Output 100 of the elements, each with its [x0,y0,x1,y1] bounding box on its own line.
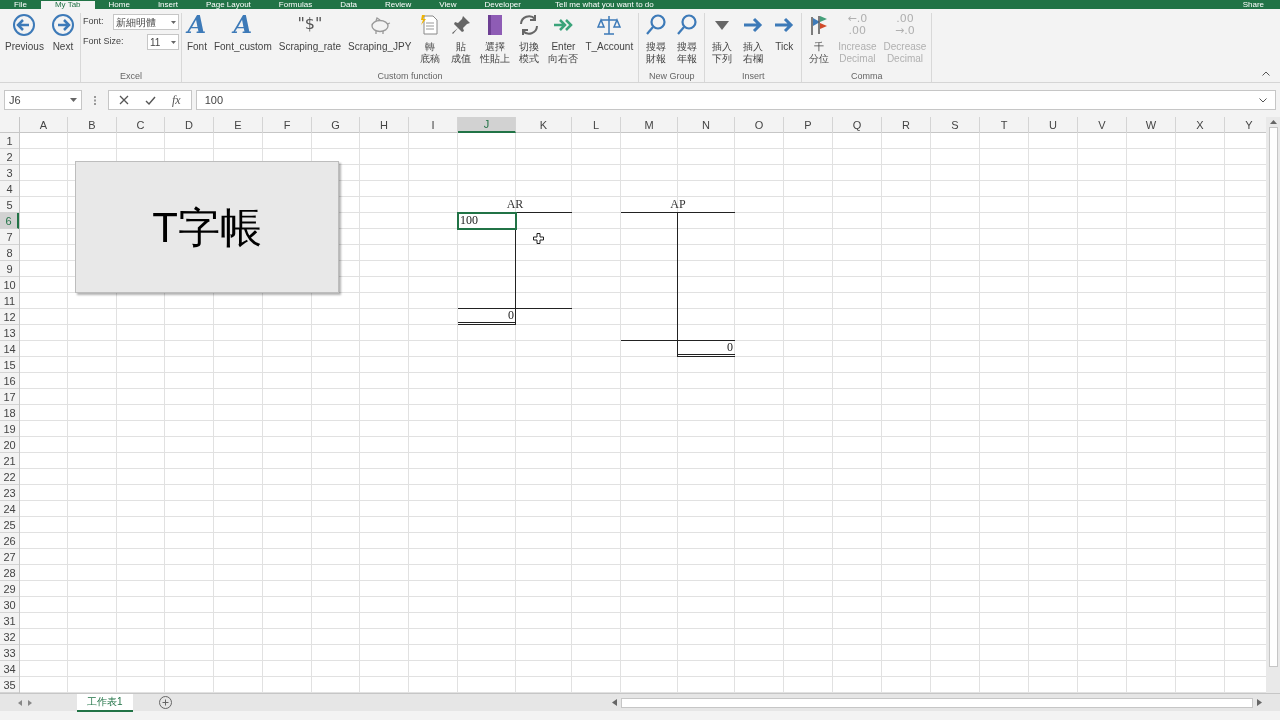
formula-field[interactable]: 100 [195,90,1276,110]
row-header[interactable]: 29 [0,581,19,597]
collapse-icon[interactable] [1262,71,1270,76]
row-header[interactable]: 27 [0,549,19,565]
dropdown[interactable]: 11 [146,34,179,50]
column-header[interactable]: R [882,117,931,133]
row-header[interactable]: 30 [0,597,19,613]
menu-tab[interactable]: File [0,1,41,9]
right-arrow-icon[interactable] [1256,699,1262,706]
column-header[interactable]: S [931,117,980,133]
table-cell[interactable]: 100 [458,213,516,229]
menu-tab[interactable]: Formulas [264,1,327,9]
row-header[interactable]: 26 [0,533,19,549]
column-header[interactable]: F [263,117,312,133]
row-header[interactable]: 34 [0,661,19,677]
row-header[interactable]: 16 [0,373,19,389]
column-header[interactable]: H [360,117,409,133]
share-button[interactable]: Share [1242,1,1264,9]
row-header[interactable]: 6 [0,213,19,229]
menu-tab[interactable]: Review [371,1,426,9]
column-header[interactable]: T [980,117,1029,133]
row-header[interactable]: 25 [0,517,19,533]
row-header[interactable]: 4 [0,181,19,197]
row-header[interactable]: 2 [0,149,19,165]
menu-tab[interactable]: Data [326,1,372,9]
menu-tab[interactable]: My Tab [40,1,95,9]
row-header[interactable]: 13 [0,325,19,341]
column-header[interactable]: K [516,117,572,133]
column-header[interactable]: E [214,117,263,133]
insert-function-button[interactable]: fx [172,91,181,109]
column-header[interactable]: J [458,117,516,133]
row-header[interactable]: 3 [0,165,19,181]
sheet-scroll-arrows-icon[interactable] [18,699,32,706]
row-header[interactable]: 28 [0,565,19,581]
column-header[interactable]: B [68,117,117,133]
dropdown[interactable]: 新細明體 [112,14,179,30]
column-header[interactable]: Q [833,117,882,133]
row-header[interactable]: 21 [0,453,19,469]
row-header[interactable]: 23 [0,485,19,501]
ribbon-button[interactable]: 插入 下列 [707,13,738,65]
column-header[interactable]: L [572,117,621,133]
column-header[interactable]: P [784,117,833,133]
tell-me-field[interactable]: Tell me what you want to do [555,1,654,9]
ribbon-button[interactable]: 搜尋 年報 [672,13,703,65]
column-header[interactable]: N [678,117,735,133]
vertical-scrollbar[interactable] [1266,117,1280,693]
text-box[interactable]: T字帳 [75,161,339,293]
column-header[interactable]: G [312,117,360,133]
menu-tab[interactable]: Home [94,1,144,9]
ribbon-button[interactable]: Previous [2,13,47,53]
ribbon-button[interactable]: Enter 向右否 [545,13,582,65]
ribbon-button[interactable]: 轉 底稿 [415,13,446,65]
column-header[interactable]: V [1078,117,1127,133]
row-header[interactable]: 9 [0,261,19,277]
column-header[interactable]: D [165,117,214,133]
left-arrow-icon[interactable] [611,699,617,706]
horizontal-scrollbar[interactable] [620,697,1253,708]
row-header[interactable]: 10 [0,277,19,293]
row-header[interactable]: 11 [0,293,19,309]
menu-tab[interactable]: View [425,1,471,9]
row-header[interactable]: 24 [0,501,19,517]
ribbon-button[interactable]: 切換 模式 [514,13,545,65]
ribbon-button[interactable]: T_Account [582,13,637,53]
ribbon-button[interactable]: "$" Scraping_rate [275,13,344,53]
row-header[interactable]: 18 [0,405,19,421]
row-header[interactable]: 17 [0,389,19,405]
cancel-button[interactable] [119,95,129,105]
row-header[interactable]: 22 [0,469,19,485]
column-header[interactable]: U [1029,117,1078,133]
menu-tab[interactable]: Developer [470,1,535,9]
row-header[interactable]: 31 [0,613,19,629]
menu-tab[interactable]: Insert [143,1,192,9]
ribbon-button[interactable]: 貼 成值 [446,13,477,65]
ribbon-button[interactable]: Next [47,13,78,53]
ribbon-button[interactable]: 搜尋 財報 [641,13,672,65]
column-header[interactable]: M [621,117,678,133]
column-header[interactable]: A [20,117,68,133]
ribbon-button[interactable]: A Font_custom [210,13,275,53]
row-header[interactable]: 12 [0,309,19,325]
menu-tab[interactable]: Page Layout [191,1,265,9]
row-header[interactable]: 7 [0,229,19,245]
row-header[interactable]: 1 [0,133,19,149]
row-header[interactable]: 14 [0,341,19,357]
enter-button[interactable] [145,95,156,105]
ribbon-button[interactable]: A Font [183,13,210,53]
ribbon-button[interactable]: 千 分位 [804,13,835,65]
column-header[interactable]: X [1176,117,1225,133]
row-header[interactable]: 8 [0,245,19,261]
row-header[interactable]: 32 [0,629,19,645]
row-header[interactable]: 20 [0,437,19,453]
column-header[interactable]: C [117,117,165,133]
ribbon-button[interactable]: 選擇 性貼上 [477,13,514,65]
ribbon-button[interactable]: Tick [769,13,800,53]
ribbon-button[interactable]: 插入 右欄 [738,13,769,65]
column-header[interactable]: W [1127,117,1176,133]
row-header[interactable]: 33 [0,645,19,661]
name-box[interactable]: J6 [4,90,82,110]
column-header[interactable]: O [735,117,784,133]
ribbon-button[interactable]: Scraping_JPY [345,13,415,53]
sheet-tab[interactable]: 工作表1 [77,693,133,712]
